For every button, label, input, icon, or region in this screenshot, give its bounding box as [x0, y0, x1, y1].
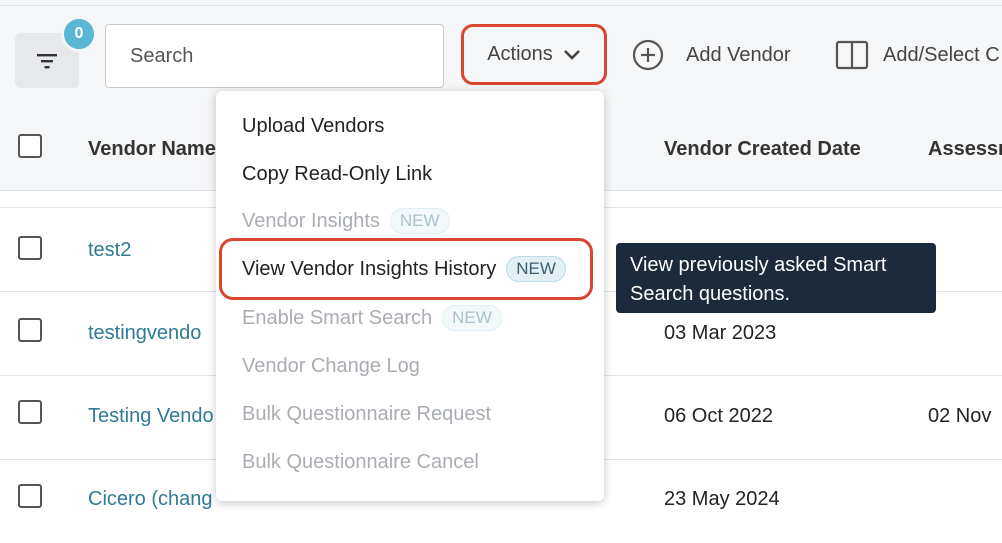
tooltip: View previously asked Smart Search quest… [616, 243, 936, 313]
new-badge: NEW [442, 305, 502, 331]
actions-label: Actions [487, 43, 553, 65]
vendor-name-link[interactable]: test2 [88, 239, 131, 262]
column-header-created-date[interactable]: Vendor Created Date [664, 138, 861, 161]
row-checkbox[interactable] [18, 484, 42, 508]
plus-circle-icon [632, 39, 664, 71]
menu-item-upload-vendors[interactable]: Upload Vendors [242, 115, 384, 138]
actions-button[interactable]: Actions [461, 24, 607, 85]
menu-item-copy-read-only-link[interactable]: Copy Read-Only Link [242, 163, 432, 186]
search-input[interactable] [105, 24, 444, 88]
menu-item-label: Bulk Questionnaire Request [242, 403, 492, 425]
columns-icon [835, 40, 869, 70]
filter-count-badge: 0 [61, 16, 97, 52]
menu-item-label: Enable Smart Search [242, 306, 433, 329]
vendor-name-link[interactable]: testingvendo [88, 322, 201, 345]
top-divider [0, 5, 1002, 6]
created-date-cell: 03 Mar 2023 [664, 322, 777, 344]
assessment-date-cell: 02 Nov [928, 405, 992, 427]
created-date-cell: 23 May 2024 [664, 488, 780, 510]
column-header-assessment[interactable]: Assessm [928, 138, 1002, 161]
filter-icon [37, 53, 57, 68]
menu-item-bulk-questionnaire-request[interactable]: Bulk Questionnaire Request [242, 403, 491, 426]
menu-item-label: Bulk Questionnaire Cancel [242, 451, 479, 473]
row-checkbox[interactable] [18, 236, 42, 260]
column-header-vendor-name[interactable]: Vendor Name [88, 138, 216, 161]
menu-item-vendor-change-log[interactable]: Vendor Change Log [242, 355, 420, 378]
row-checkbox[interactable] [18, 318, 42, 342]
add-vendor-label: Add Vendor [686, 43, 791, 66]
row-checkbox[interactable] [18, 400, 42, 424]
select-all-checkbox[interactable] [18, 134, 42, 158]
add-select-columns-label: Add/Select C [883, 43, 1000, 66]
created-date-cell: 06 Oct 2022 [664, 405, 773, 427]
menu-item-bulk-questionnaire-cancel[interactable]: Bulk Questionnaire Cancel [242, 451, 479, 474]
chevron-down-icon [563, 49, 580, 60]
menu-item-label: Upload Vendors [242, 115, 385, 137]
menu-item-label: Vendor Insights [242, 209, 380, 232]
menu-item-label: Vendor Change Log [242, 355, 420, 377]
vendor-name-link[interactable]: Testing Vendo [88, 405, 214, 428]
highlight-outline [219, 238, 593, 300]
menu-item-enable-smart-search[interactable]: Enable Smart Search NEW [242, 305, 502, 331]
add-vendor-button[interactable]: Add Vendor [632, 39, 791, 71]
menu-item-vendor-insights[interactable]: Vendor Insights NEW [242, 208, 450, 234]
new-badge: NEW [389, 208, 450, 234]
menu-item-label: Copy Read-Only Link [242, 163, 433, 185]
vendor-name-link[interactable]: Cicero (chang [88, 488, 213, 511]
add-select-columns-button[interactable]: Add/Select C [835, 40, 1000, 70]
